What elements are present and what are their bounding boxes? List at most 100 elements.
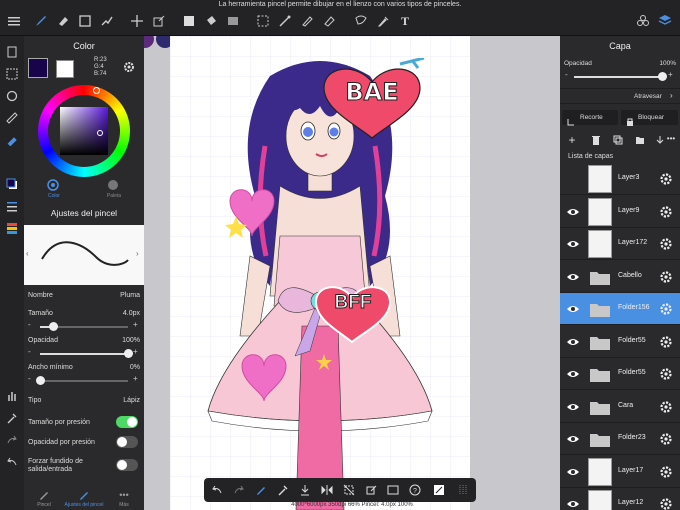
rotate-icon[interactable] bbox=[4, 88, 20, 104]
fullscreen-quick-icon[interactable] bbox=[386, 483, 400, 497]
brush-quick-icon[interactable] bbox=[254, 483, 268, 497]
layer-gear-icon[interactable] bbox=[659, 302, 673, 316]
eye-icon[interactable] bbox=[566, 465, 580, 479]
min-width-slider[interactable] bbox=[36, 376, 128, 385]
canvas-area[interactable]: BAE BFF ? 4000*6000px 350dpi 66% Pincel:… bbox=[144, 36, 560, 510]
secondary-color-swatch[interactable] bbox=[56, 60, 74, 78]
select-all-icon[interactable] bbox=[4, 66, 20, 82]
layer-gear-icon[interactable] bbox=[659, 400, 673, 414]
selection-icon[interactable] bbox=[255, 13, 271, 29]
redo-icon[interactable] bbox=[4, 432, 20, 448]
pages-icon[interactable] bbox=[4, 44, 20, 60]
add-layer-icon[interactable]: + bbox=[566, 133, 578, 147]
lock-button[interactable]: Bloquear bbox=[621, 110, 678, 126]
save-quick-icon[interactable] bbox=[298, 483, 312, 497]
size-slider-knob[interactable] bbox=[49, 322, 59, 331]
bottom-tab-brush-settings[interactable]: Ajustes del pincel bbox=[64, 488, 104, 510]
clip-button[interactable]: Recorte bbox=[562, 110, 618, 126]
opacity-increase-button[interactable]: + bbox=[133, 347, 138, 356]
layer-gear-icon[interactable] bbox=[659, 497, 673, 510]
delete-layer-icon[interactable] bbox=[590, 134, 602, 146]
layer-row[interactable]: Folder55 bbox=[560, 326, 680, 358]
color-settings-gear-icon[interactable] bbox=[122, 60, 136, 74]
layer-gear-icon[interactable] bbox=[659, 270, 673, 284]
pressure-opacity-toggle[interactable] bbox=[116, 436, 138, 448]
next-brush-chevron-icon[interactable]: › bbox=[136, 249, 139, 258]
bottom-tab-brush[interactable]: Pincel bbox=[24, 488, 64, 510]
undo-quick-icon[interactable] bbox=[210, 483, 224, 497]
min-width-slider-knob[interactable] bbox=[36, 376, 45, 385]
layer-list-icon[interactable] bbox=[4, 198, 20, 214]
undo-icon[interactable] bbox=[4, 454, 20, 470]
eye-icon[interactable] bbox=[566, 497, 580, 510]
pressure-size-toggle[interactable] bbox=[116, 416, 138, 428]
eye-icon[interactable] bbox=[566, 335, 580, 349]
layer-row[interactable]: Layer3 bbox=[560, 163, 680, 195]
layer-gear-icon[interactable] bbox=[659, 335, 673, 349]
layer-gear-icon[interactable] bbox=[659, 237, 673, 251]
magic-wand-icon[interactable] bbox=[277, 13, 293, 29]
eye-icon[interactable] bbox=[566, 432, 580, 446]
edit-quick-icon[interactable] bbox=[364, 483, 378, 497]
transform-icon[interactable] bbox=[151, 13, 167, 29]
help-quick-icon[interactable]: ? bbox=[408, 483, 422, 497]
menu-icon[interactable] bbox=[6, 13, 22, 29]
move-icon[interactable] bbox=[129, 13, 145, 29]
opacity-slider[interactable] bbox=[40, 349, 133, 358]
layer-row[interactable]: Folder23 bbox=[560, 423, 680, 455]
brush-tool-icon[interactable] bbox=[33, 13, 49, 29]
folder-add-icon[interactable] bbox=[634, 134, 646, 146]
layer-row[interactable]: Cabello bbox=[560, 261, 680, 293]
flip-quick-icon[interactable] bbox=[320, 483, 334, 497]
gradient-icon[interactable] bbox=[225, 13, 241, 29]
eye-icon[interactable] bbox=[566, 205, 580, 219]
force-fade-toggle[interactable] bbox=[116, 459, 138, 471]
eyedropper-quick-icon[interactable] bbox=[276, 483, 290, 497]
snap-icon[interactable] bbox=[4, 132, 20, 148]
lasso-fill-icon[interactable] bbox=[353, 13, 369, 29]
layer-row[interactable]: Layer9 bbox=[560, 196, 680, 228]
layer-gear-icon[interactable] bbox=[659, 172, 673, 186]
blend-mode-selector[interactable]: Atravesar › bbox=[560, 88, 680, 104]
brush-name-value[interactable]: Pluma bbox=[104, 292, 140, 299]
eye-icon[interactable] bbox=[566, 270, 580, 284]
eyedropper-icon[interactable] bbox=[375, 13, 391, 29]
layer-opacity-increase[interactable]: + bbox=[668, 70, 673, 79]
selection-pen-icon[interactable] bbox=[299, 13, 315, 29]
min-width-increase-button[interactable]: + bbox=[133, 374, 138, 383]
hue-handle[interactable] bbox=[93, 87, 100, 94]
layers-icon[interactable] bbox=[657, 13, 673, 29]
brush-type-value[interactable]: Lápiz bbox=[104, 397, 140, 404]
bottom-tab-more[interactable]: ••• Más bbox=[104, 488, 144, 510]
deselect-quick-icon[interactable] bbox=[342, 483, 356, 497]
hand-icon[interactable] bbox=[4, 388, 20, 404]
more-layer-options-icon[interactable]: ••• bbox=[664, 132, 678, 144]
eraser-icon[interactable] bbox=[55, 13, 71, 29]
eye-icon[interactable] bbox=[566, 302, 580, 316]
layer-row[interactable]: Folder156 bbox=[560, 293, 680, 325]
grid-quick-icon[interactable] bbox=[456, 483, 470, 497]
layer-gear-icon[interactable] bbox=[659, 367, 673, 381]
text-tool-icon[interactable]: T bbox=[397, 13, 413, 29]
layer-gear-icon[interactable] bbox=[659, 432, 673, 446]
duplicate-layer-icon[interactable] bbox=[612, 134, 624, 146]
eye-icon[interactable] bbox=[566, 237, 580, 251]
layer-row[interactable]: Cara bbox=[560, 391, 680, 423]
layer-gear-icon[interactable] bbox=[659, 205, 673, 219]
primary-color-swatch[interactable] bbox=[28, 58, 48, 78]
size-increase-button[interactable]: + bbox=[133, 320, 138, 329]
eye-icon[interactable] bbox=[566, 400, 580, 414]
size-slider[interactable] bbox=[40, 322, 128, 331]
ruler-icon[interactable] bbox=[4, 110, 20, 126]
tab-color[interactable]: Color bbox=[24, 176, 84, 202]
fill-color-icon[interactable] bbox=[181, 13, 197, 29]
palette-bar-icon[interactable] bbox=[4, 220, 20, 236]
opacity-decrease-button[interactable]: - bbox=[28, 347, 31, 356]
color-quick-icon[interactable] bbox=[432, 483, 446, 497]
layer-gear-icon[interactable] bbox=[659, 465, 673, 479]
color-swatch-icon[interactable] bbox=[4, 176, 20, 192]
layer-opacity-decrease[interactable]: - bbox=[565, 70, 568, 79]
materials-icon[interactable] bbox=[635, 13, 651, 29]
layer-row[interactable]: Layer17 bbox=[560, 456, 680, 488]
color-wheel[interactable] bbox=[38, 85, 130, 177]
